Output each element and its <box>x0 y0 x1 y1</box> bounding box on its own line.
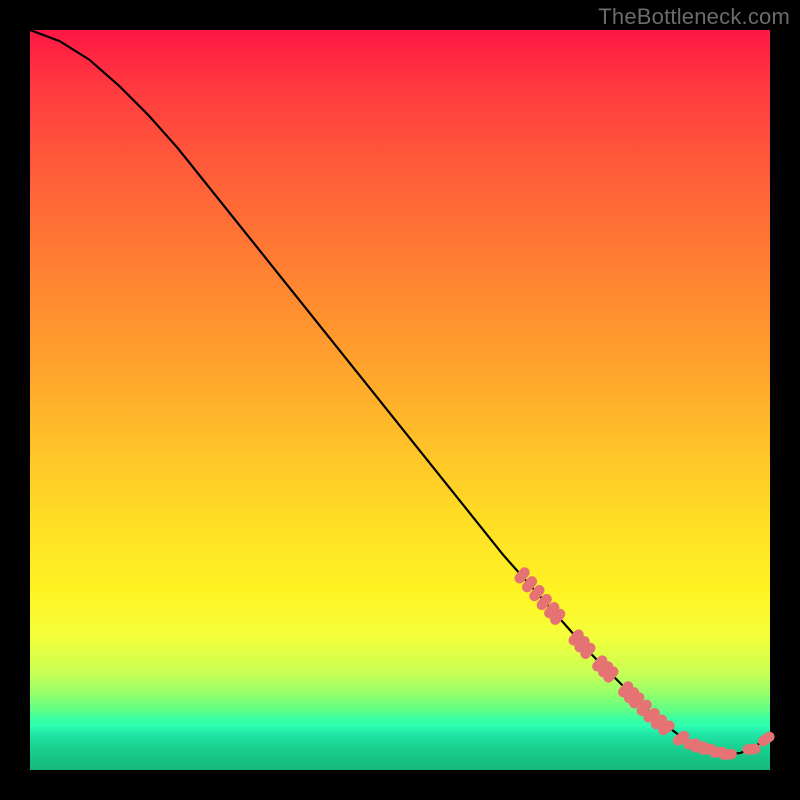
chart-plot-area <box>30 30 770 770</box>
data-marker <box>742 743 761 755</box>
attribution-label: TheBottleneck.com <box>598 4 790 30</box>
chart-markers <box>30 30 770 770</box>
